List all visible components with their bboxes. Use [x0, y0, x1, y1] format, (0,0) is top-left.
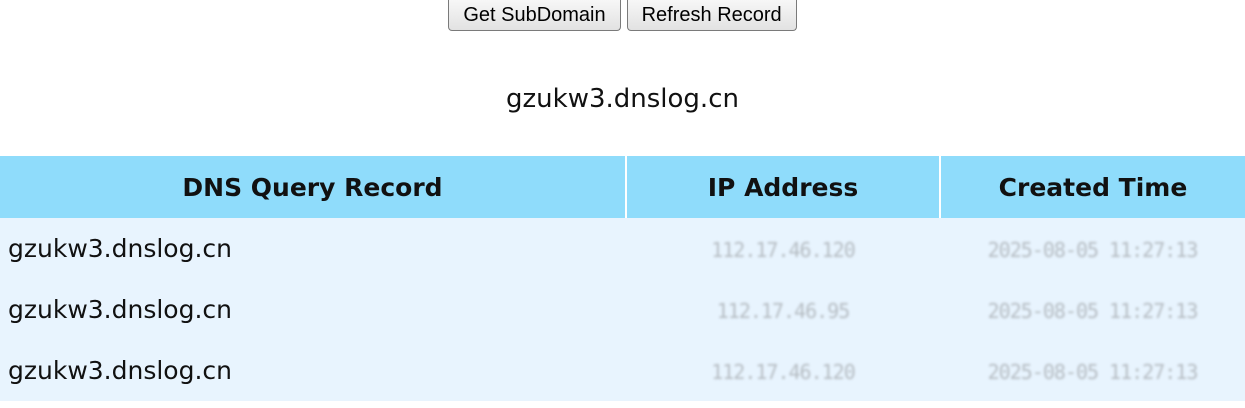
time-value: 2025-08-05 11:27:13 — [987, 360, 1199, 384]
time-cell: 2025-08-05 11:27:13 — [940, 218, 1245, 279]
get-subdomain-button[interactable]: Get SubDomain — [448, 0, 621, 31]
table-row: gzukw3.dnslog.cn 112.17.46.95 2025-08-05… — [0, 279, 1245, 340]
subdomain-text: gzukw3.dnslog.cn — [506, 84, 739, 114]
ip-cell: 112.17.46.95 — [626, 279, 940, 340]
table-row: gzukw3.dnslog.cn 112.17.46.120 2025-08-0… — [0, 218, 1245, 279]
dns-record-table: DNS Query Record IP Address Created Time… — [0, 156, 1245, 401]
ip-cell: 112.17.46.120 — [626, 340, 940, 401]
record-cell: gzukw3.dnslog.cn — [0, 340, 626, 401]
time-cell: 2025-08-05 11:27:13 — [940, 279, 1245, 340]
time-value: 2025-08-05 11:27:13 — [987, 238, 1199, 262]
table-header-row: DNS Query Record IP Address Created Time — [0, 156, 1245, 218]
table-row: gzukw3.dnslog.cn 112.17.46.120 2025-08-0… — [0, 340, 1245, 401]
time-cell: 2025-08-05 11:27:13 — [940, 340, 1245, 401]
time-value: 2025-08-05 11:27:13 — [987, 299, 1199, 323]
refresh-record-button[interactable]: Refresh Record — [626, 0, 797, 31]
ip-value: 112.17.46.95 — [716, 299, 850, 323]
header-created-time: Created Time — [940, 156, 1245, 218]
record-cell: gzukw3.dnslog.cn — [0, 218, 626, 279]
record-cell: gzukw3.dnslog.cn — [0, 279, 626, 340]
toolbar: Get SubDomain Refresh Record — [0, 0, 1245, 32]
ip-cell: 112.17.46.120 — [626, 218, 940, 279]
ip-value: 112.17.46.120 — [711, 360, 856, 384]
ip-value: 112.17.46.120 — [711, 238, 856, 262]
header-ip-address: IP Address — [626, 156, 941, 218]
header-dns-query-record: DNS Query Record — [0, 156, 627, 218]
